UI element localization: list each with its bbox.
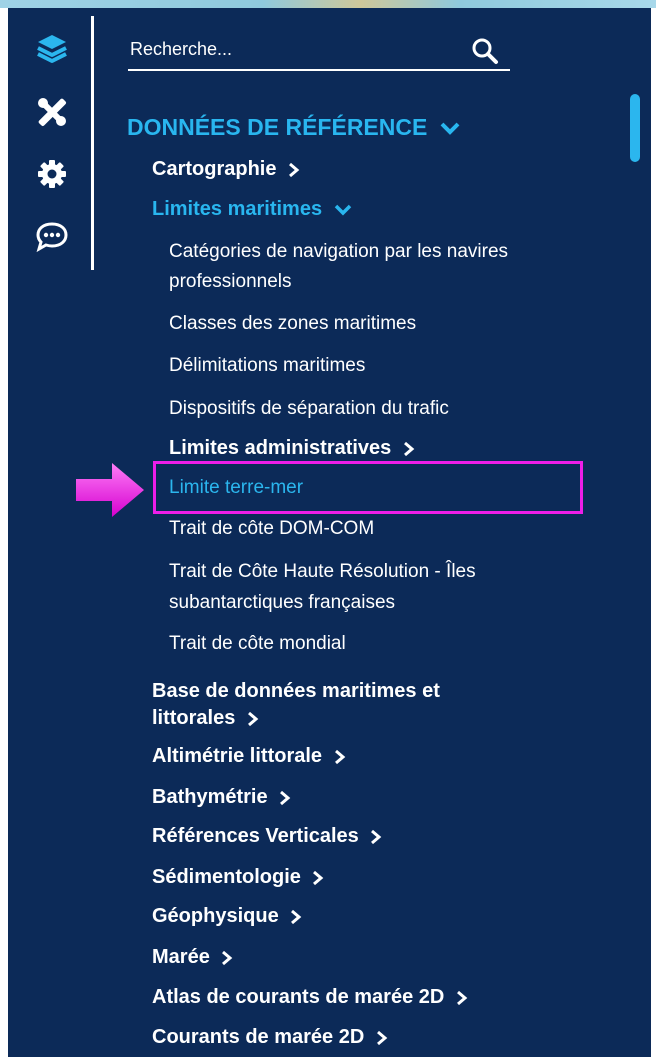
subcategory-limites-administratives[interactable]: Limites administratives xyxy=(169,435,415,461)
chevron-right-icon xyxy=(247,711,259,726)
category-sedimentologie[interactable]: Sédimentologie xyxy=(152,864,324,890)
layer-item-dispositifs-separation[interactable]: Dispositifs de séparation du trafic xyxy=(169,396,449,422)
layer-item-classes-zones-maritimes[interactable]: Classes des zones maritimes xyxy=(169,311,416,337)
layer-label: Classes des zones maritimes xyxy=(169,313,417,334)
layer-label: Trait de côte DOM-COM xyxy=(169,518,375,539)
chevron-right-icon xyxy=(289,162,300,177)
chevron-right-icon xyxy=(403,441,415,456)
category-atlas-courants-maree[interactable]: Atlas de courants de marée 2D xyxy=(152,984,468,1010)
layer-label: Catégories de navigation par les navires xyxy=(169,241,509,262)
layer-tree: DONNÉES DE RÉFÉRENCE Cartographie Limite… xyxy=(0,0,656,1057)
chevron-down-icon xyxy=(334,204,351,216)
layer-item-trait-cote-haute-resolution[interactable]: Trait de Côte Haute Résolution - Îles xyxy=(169,559,476,585)
selection-highlight-box xyxy=(153,461,583,514)
category-maree[interactable]: Marée xyxy=(152,944,233,970)
layer-item-trait-cote-haute-resolution-line2[interactable]: subantarctiques françaises xyxy=(169,590,395,616)
chevron-right-icon xyxy=(313,870,324,885)
layer-item-categories-navigation[interactable]: Catégories de navigation par les navires xyxy=(169,239,508,265)
category-label: Limites maritimes xyxy=(152,198,323,220)
tree-root-donnees-de-reference[interactable]: DONNÉES DE RÉFÉRENCE xyxy=(127,112,460,142)
layer-label: Dispositifs de séparation du trafic xyxy=(169,398,449,419)
category-label: Marée xyxy=(152,946,210,968)
category-altimetrie-littorale[interactable]: Altimétrie littorale xyxy=(152,743,346,769)
chevron-right-icon xyxy=(334,749,345,764)
layer-label: Trait de Côte Haute Résolution - Îles xyxy=(169,561,476,582)
chevron-down-icon xyxy=(440,122,460,135)
layer-item-delimitations-maritimes[interactable]: Délimitations maritimes xyxy=(169,353,365,379)
category-label: Bathymétrie xyxy=(152,786,268,808)
category-label: Cartographie xyxy=(152,158,277,180)
chevron-right-icon xyxy=(371,829,382,844)
category-label: Géophysique xyxy=(152,905,279,927)
category-label: Courants de marée 2D xyxy=(152,1026,365,1048)
category-label: Atlas de courants de marée 2D xyxy=(152,986,445,1008)
category-bathymetrie[interactable]: Bathymétrie xyxy=(152,784,291,810)
layer-item-categories-navigation-line2[interactable]: professionnels xyxy=(169,269,292,295)
layer-label: Délimitations maritimes xyxy=(169,355,366,376)
category-label: Références Verticales xyxy=(152,825,359,847)
category-label: littorales xyxy=(152,707,236,729)
pointer-arrow-icon xyxy=(76,463,144,517)
chevron-right-icon xyxy=(376,1030,388,1045)
chevron-right-icon xyxy=(456,990,468,1005)
layer-item-trait-cote-mondial[interactable]: Trait de côte mondial xyxy=(169,631,346,657)
chevron-right-icon xyxy=(291,909,302,924)
category-label: Altimétrie littorale xyxy=(152,745,323,767)
chevron-right-icon xyxy=(222,950,233,965)
category-courants-maree-2d[interactable]: Courants de marée 2D xyxy=(152,1024,388,1050)
category-base-donnees-maritimes[interactable]: Base de données maritimes et xyxy=(152,678,440,704)
category-limites-maritimes[interactable]: Limites maritimes xyxy=(152,196,352,222)
category-label: Base de données maritimes et xyxy=(152,680,440,702)
layer-label: Trait de côte mondial xyxy=(169,633,346,654)
layer-item-trait-cote-dom-com[interactable]: Trait de côte DOM-COM xyxy=(169,516,374,542)
tree-root-label: DONNÉES DE RÉFÉRENCE xyxy=(127,114,428,140)
layer-label: subantarctiques françaises xyxy=(169,592,396,613)
chevron-right-icon xyxy=(280,790,291,805)
category-references-verticales[interactable]: Références Verticales xyxy=(152,823,382,849)
subcategory-label: Limites administratives xyxy=(169,437,392,459)
category-geophysique[interactable]: Géophysique xyxy=(152,903,302,929)
layer-label: professionnels xyxy=(169,271,292,292)
category-base-donnees-maritimes-line2[interactable]: littorales xyxy=(152,705,259,731)
category-label: Sédimentologie xyxy=(152,866,301,888)
category-cartographie[interactable]: Cartographie xyxy=(152,156,300,182)
